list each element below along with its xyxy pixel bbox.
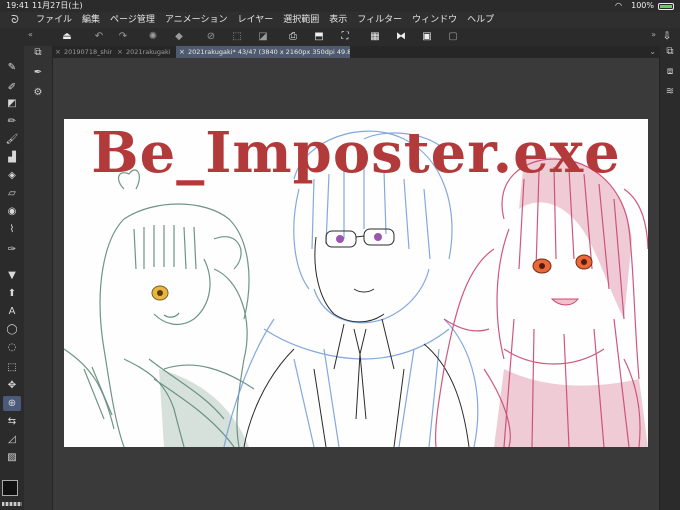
zoom-tool-icon[interactable]: ⊕	[3, 396, 21, 411]
app-logo-icon[interactable]: ᘐ	[6, 12, 24, 28]
collapse-left-icon[interactable]: «	[28, 30, 33, 39]
print-icon[interactable]: ⎙	[286, 30, 300, 44]
close-icon[interactable]: ×	[55, 46, 61, 58]
collapse-right-icon[interactable]: »	[651, 30, 656, 39]
menu-window[interactable]: ウィンドウ	[412, 12, 457, 28]
preview-icon[interactable]: ▣	[420, 30, 434, 44]
menu-help[interactable]: ヘルプ	[467, 12, 494, 28]
clear-icon[interactable]: ⏏	[60, 30, 74, 44]
fill-icon[interactable]: ◆	[172, 30, 186, 44]
liquify-tool-icon[interactable]: ✑	[3, 242, 21, 257]
selection-icon[interactable]: ⬚	[230, 30, 244, 44]
menu-bar: ᘐ ファイル 編集 ページ管理 アニメーション レイヤー 選択範囲 表示 フィル…	[0, 12, 680, 28]
tab-label: 2021rakugaki* 43/47 (3840 x 2160px 350dp…	[188, 48, 350, 56]
brush-tool-icon[interactable]: 🖌	[3, 132, 21, 147]
navigator-icon[interactable]: ⧉	[663, 46, 677, 60]
status-date: 11月27日(土)	[32, 1, 83, 10]
marker-tool-icon[interactable]: ◩	[3, 96, 21, 111]
chevron-down-icon[interactable]: ⌄	[649, 46, 656, 58]
sub-tool-icon[interactable]: ⧉	[30, 46, 46, 60]
blue-character-eye-left	[336, 235, 344, 243]
sub-tool-column: ⧉ ✒ ⚙	[24, 46, 53, 510]
move-tool-icon[interactable]: ✥	[3, 378, 21, 393]
snap-icon[interactable]: ▢	[446, 30, 460, 44]
layers-icon[interactable]: ≋	[663, 86, 677, 100]
battery-percent: 100%	[631, 1, 654, 10]
selection-layer-icon[interactable]: ◪	[256, 30, 270, 44]
color-swatch[interactable]	[1, 480, 24, 506]
tool-column: ✎ ✐ ◩ ✏ 🖌 ▟ ◈ ▱ ◉ ⌇ ✑ ▼ ⬆ A ◯ ◌ ⬚ ✥ ⊕ ⇆ …	[0, 46, 24, 510]
tab-document-1[interactable]: × 20190718_shir	[52, 46, 112, 58]
flip-icon[interactable]: ⧓	[394, 30, 408, 44]
menu-file[interactable]: ファイル	[36, 12, 72, 28]
menu-filter[interactable]: フィルター	[357, 12, 402, 28]
decoration-tool-icon[interactable]: ◈	[3, 168, 21, 183]
pencil-tool-icon[interactable]: ✏	[3, 114, 21, 129]
menu-selection[interactable]: 選択範囲	[283, 12, 319, 28]
crop-icon[interactable]: ⬒	[312, 30, 326, 44]
selection-tool-icon[interactable]: ⬚	[3, 360, 21, 375]
eraser-tool-icon[interactable]: ▱	[3, 186, 21, 201]
command-bar: ⏏ ↶ ↷ ✺ ◆ ⊘ ⬚ ◪ ⎙ ⬒ ⛶ ▦ ⧓ ▣ ▢ ⇩	[0, 28, 680, 47]
menu-layer[interactable]: レイヤー	[238, 12, 274, 28]
blue-character-lineart	[243, 228, 470, 447]
document-tab-bar: × 20190718_shir × 2021rakugaki × 2021rak…	[52, 46, 660, 58]
tab-document-active[interactable]: × 2021rakugaki* 43/47 (3840 x 2160px 350…	[176, 46, 350, 58]
adjust-icon[interactable]: ⛶	[338, 30, 352, 44]
transparent-color[interactable]	[2, 502, 22, 506]
close-icon[interactable]: ×	[117, 46, 123, 58]
menu-view[interactable]: 表示	[329, 12, 347, 28]
undo-icon[interactable]: ↶	[92, 30, 106, 44]
layer-property-icon[interactable]: ⧈	[663, 66, 677, 80]
battery-icon	[658, 3, 674, 10]
grid-icon[interactable]: ▦	[368, 30, 382, 44]
right-panel-column: ⧉ ⧈ ≋	[659, 46, 680, 510]
lasso-tool-icon[interactable]: ◌	[3, 340, 21, 355]
status-bar: 19:41 11月27日(土) ◠ 100%	[0, 0, 680, 12]
blend-tool-icon[interactable]: ◉	[3, 204, 21, 219]
export-icon[interactable]: ⇩	[660, 30, 674, 44]
green-shading	[159, 369, 249, 447]
artwork-title: Be_Imposter.exe	[91, 120, 621, 186]
dropper-tool-icon[interactable]: ⌇	[3, 222, 21, 237]
menu-edit[interactable]: 編集	[82, 12, 100, 28]
drawing-canvas[interactable]: Be_Imposter.exe	[64, 119, 648, 447]
wifi-icon: ◠	[615, 1, 622, 10]
airbrush-tool-icon[interactable]: ▟	[3, 150, 21, 165]
loading-icon[interactable]: ✺	[146, 30, 160, 44]
tab-label: 20190718_shir	[64, 48, 112, 56]
ruler-tool-icon[interactable]: ◿	[3, 432, 21, 447]
layer-move-tool-icon[interactable]: ⇆	[3, 414, 21, 429]
tab-label: 2021rakugaki	[126, 48, 171, 56]
brush-size-icon[interactable]: ⚙	[30, 86, 46, 100]
tab-document-2[interactable]: × 2021rakugaki	[114, 46, 174, 58]
green-character-sketch	[64, 169, 255, 447]
redo-icon[interactable]: ↷	[116, 30, 130, 44]
status-time: 19:41	[6, 1, 30, 10]
tool-property-icon[interactable]: ✒	[30, 66, 46, 80]
eyedropper-tool-icon[interactable]: ✐	[3, 80, 21, 95]
gradient-tool-icon[interactable]: ⬆	[3, 286, 21, 301]
transform-icon[interactable]: ⊘	[204, 30, 218, 44]
blue-character-eye-right	[374, 233, 382, 241]
menu-animation[interactable]: アニメーション	[165, 12, 228, 28]
balloon-tool-icon[interactable]: ◯	[3, 322, 21, 337]
menu-page-management[interactable]: ページ管理	[110, 12, 155, 28]
close-icon[interactable]: ×	[179, 46, 185, 58]
main-color[interactable]	[2, 480, 18, 496]
text-tool-icon[interactable]: A	[3, 304, 21, 319]
pen-tool-icon[interactable]: ✎	[3, 60, 21, 75]
fill-tool-icon[interactable]: ▼	[3, 268, 21, 283]
frame-tool-icon[interactable]: ▨	[3, 450, 21, 465]
